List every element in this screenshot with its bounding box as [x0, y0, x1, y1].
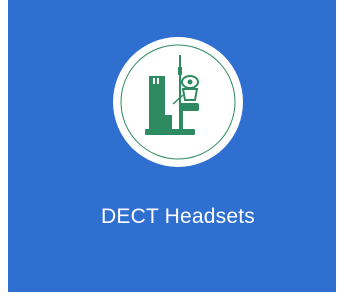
dect-headset-base-icon: [120, 44, 236, 160]
icon-badge: [113, 37, 243, 167]
dect-headsets-tile[interactable]: DECT Headsets: [8, 0, 336, 292]
tile-label: DECT Headsets: [101, 205, 255, 228]
